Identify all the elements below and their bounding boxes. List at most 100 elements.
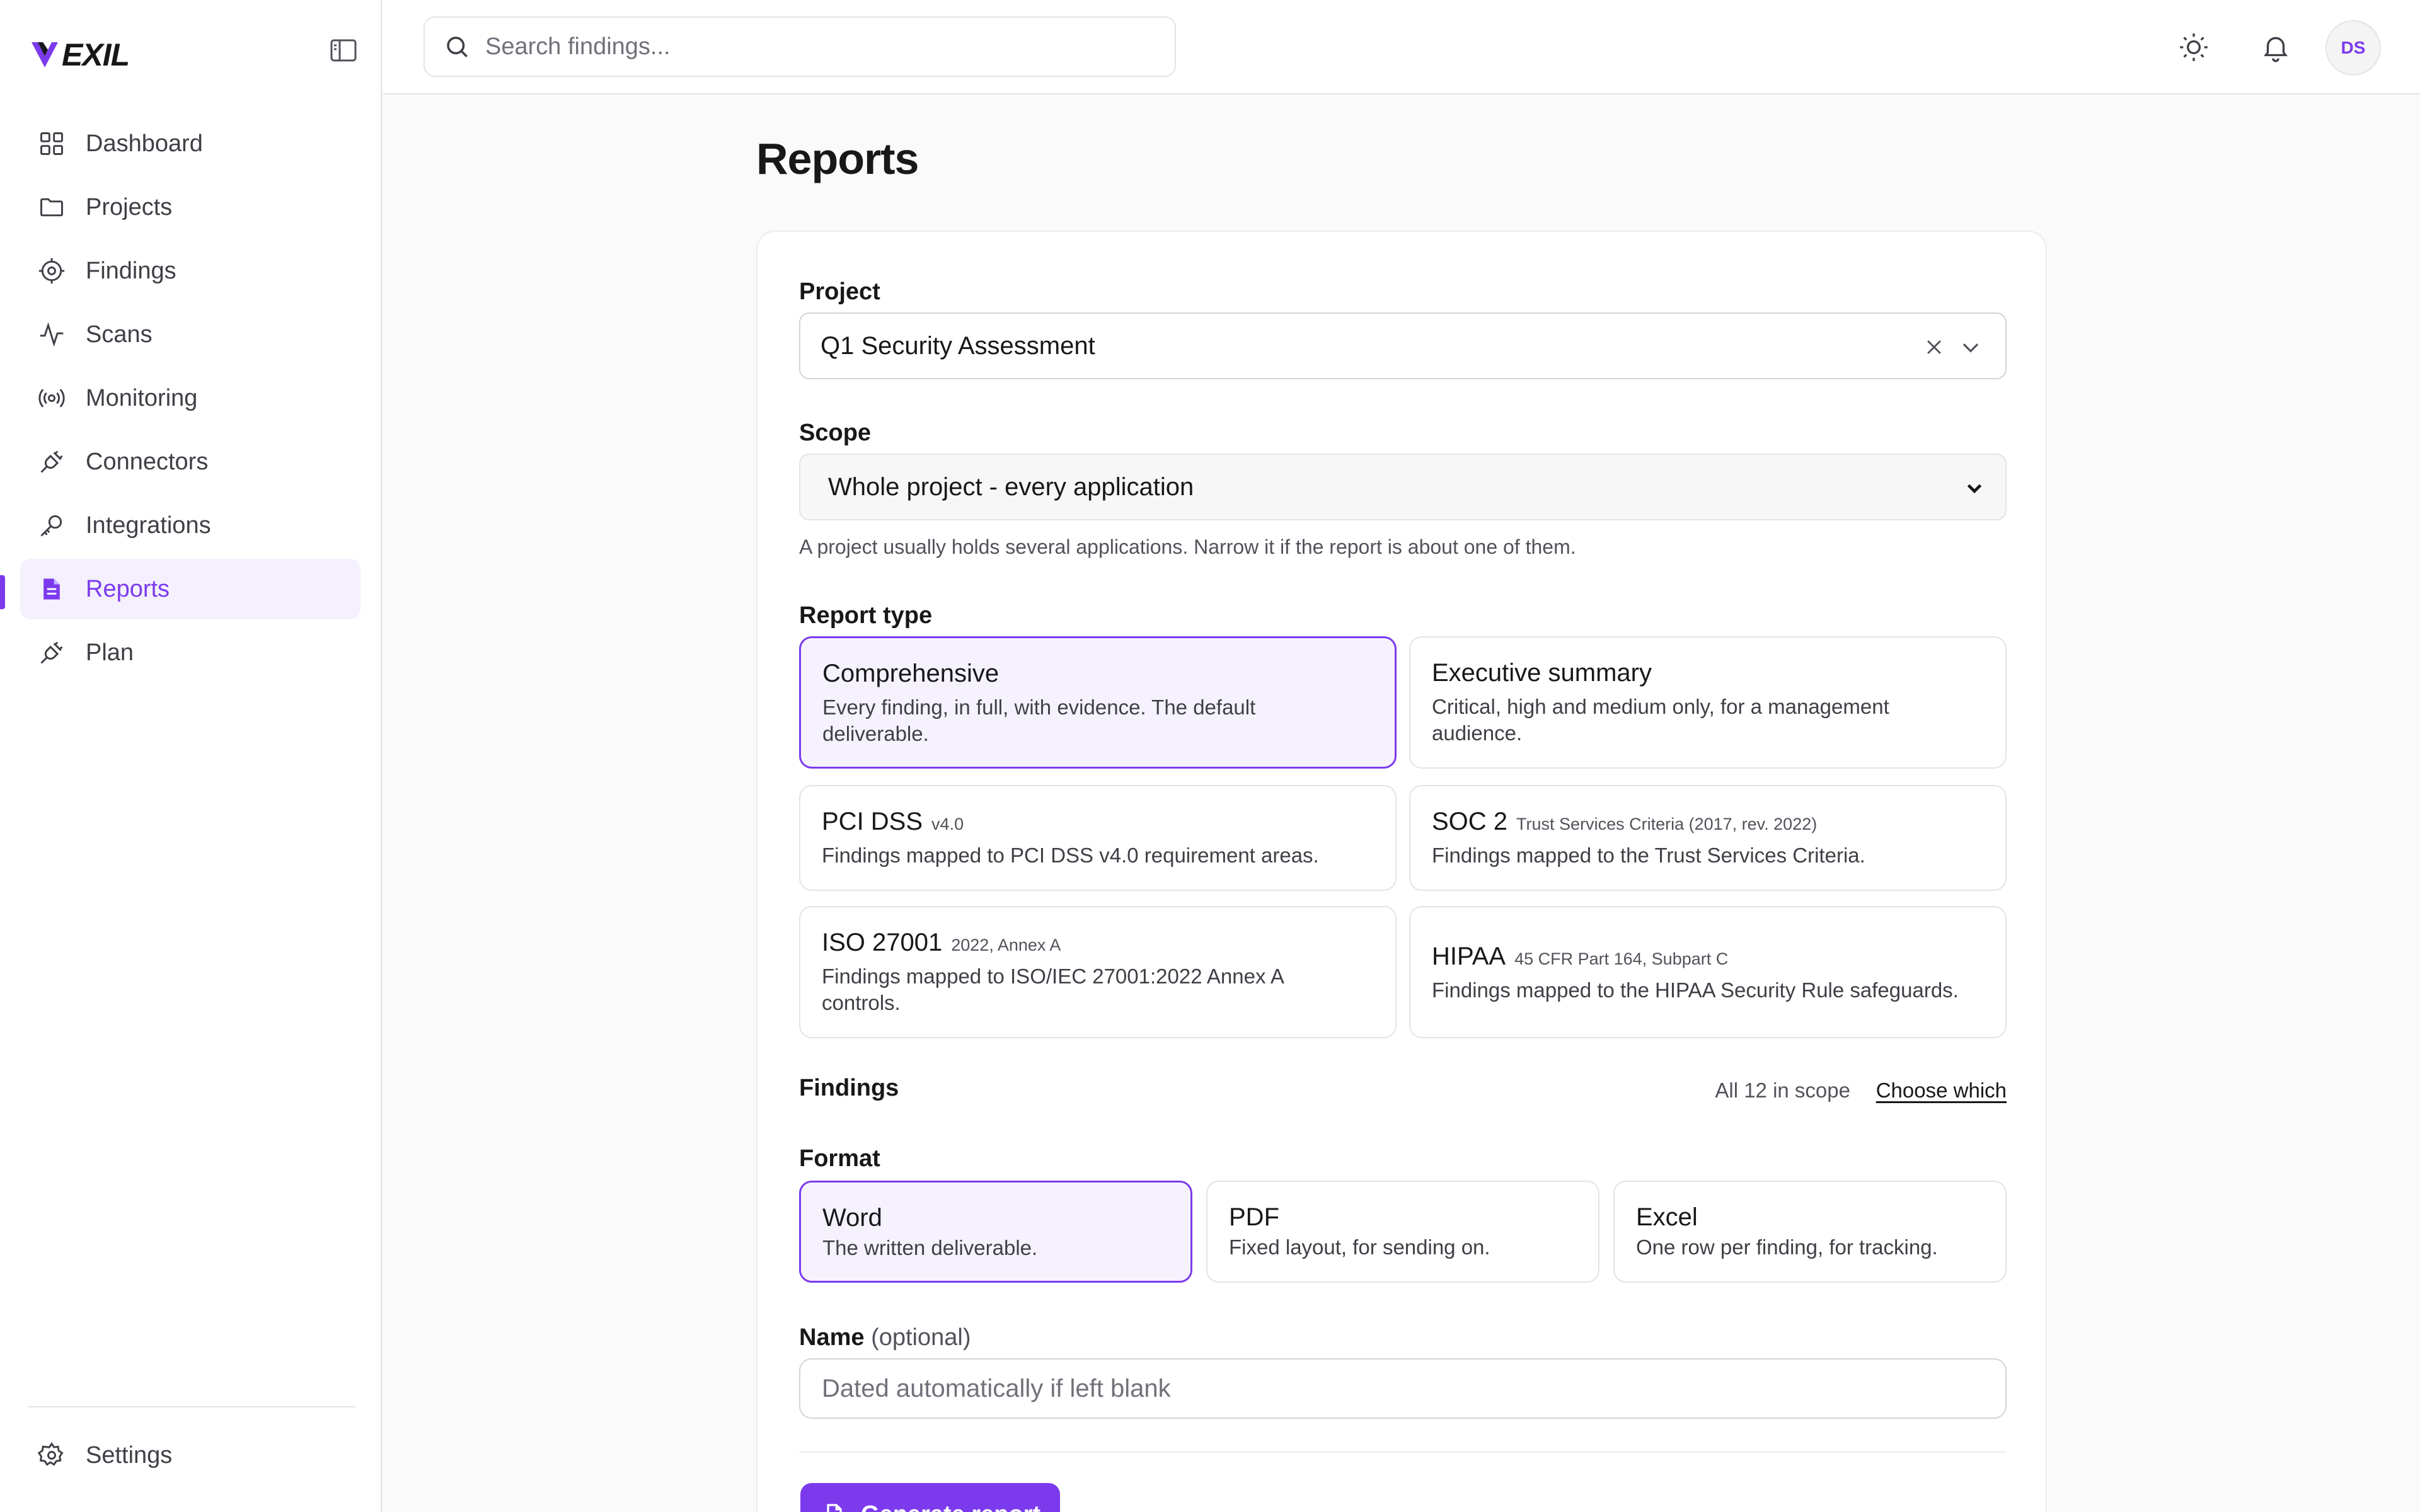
report-type-executive-summary[interactable]: Executive summary Critical, high and med… <box>1409 636 2007 769</box>
format-excel[interactable]: Excel One row per finding, for tracking. <box>1613 1181 2007 1283</box>
sidebar-item-label: Dashboard <box>86 130 203 157</box>
sidebar-item-findings[interactable]: Findings <box>20 241 360 301</box>
sidebar-item-label: Settings <box>86 1441 173 1469</box>
sidebar-item-settings[interactable]: Settings <box>20 1425 360 1486</box>
sidebar-item-label: Findings <box>86 257 176 284</box>
option-title: Word <box>822 1204 882 1232</box>
sidebar-item-label: Scans <box>86 321 153 348</box>
topbar: DS <box>383 0 2420 94</box>
sidebar-item-plan[interactable]: Plan <box>20 622 360 683</box>
key-icon <box>40 515 62 537</box>
option-title: PDF <box>1229 1203 1279 1231</box>
folder-icon <box>40 198 63 217</box>
option-title: Excel <box>1636 1203 1698 1231</box>
sidebar-item-label: Reports <box>86 575 170 602</box>
report-type-label: Report type <box>799 602 933 629</box>
logo-v-icon <box>32 42 58 67</box>
option-desc: Findings mapped to ISO/IEC 27001:2022 An… <box>822 965 1284 1014</box>
sidebar-nav: Dashboard Projects Findings Scans Monito… <box>20 113 360 686</box>
project-select-value: Q1 Security Assessment <box>821 331 1095 360</box>
sidebar-item-reports[interactable]: Reports <box>20 559 360 619</box>
sidebar-toggle-button[interactable] <box>330 39 357 62</box>
file-icon <box>827 1504 842 1512</box>
option-subtitle: Trust Services Criteria (2017, rev. 2022… <box>1516 815 1818 833</box>
sidebar-settings: Settings <box>20 1425 360 1489</box>
sidebar-item-label: Plan <box>86 639 134 666</box>
file-text-icon <box>43 578 60 600</box>
option-title: ISO 27001 <box>822 929 943 956</box>
option-title: PCI DSS <box>822 808 923 835</box>
option-desc: Every finding, in full, with evidence. T… <box>822 696 1256 745</box>
logo-text: EXIL <box>62 37 130 72</box>
activity-icon <box>40 322 64 347</box>
generate-report-label: Generate report <box>861 1501 1040 1512</box>
format-word[interactable]: Word The written deliverable. <box>799 1181 1192 1283</box>
option-subtitle: 45 CFR Part 164, Subpart C <box>1514 949 1729 968</box>
panel-left-icon <box>330 39 357 62</box>
search-icon <box>447 37 468 57</box>
avatar[interactable]: DS <box>2325 20 2381 76</box>
project-select[interactable]: Q1 Security Assessment <box>799 312 2007 379</box>
option-title: Executive summary <box>1432 659 1652 687</box>
scope-label: Scope <box>799 420 872 446</box>
name-label: Name (optional) <box>799 1324 971 1351</box>
report-type-comprehensive[interactable]: Comprehensive Every finding, in full, wi… <box>799 636 1397 769</box>
plug-icon <box>40 641 63 664</box>
scope-select-value: Whole project - every application <box>828 472 1194 501</box>
sidebar-item-connectors[interactable]: Connectors <box>20 432 360 492</box>
option-subtitle: v4.0 <box>931 815 964 833</box>
option-title: Comprehensive <box>822 660 1000 687</box>
findings-row: Findings All 12 in scope Choose which <box>799 1075 2007 1113</box>
option-desc: Findings mapped to the Trust Services Cr… <box>1432 844 1865 867</box>
option-title: SOC 2 <box>1432 808 1508 835</box>
option-desc: One row per finding, for tracking. <box>1636 1235 1938 1259</box>
report-form-card: Project Q1 Security Assessment Scope Who… <box>756 231 2047 1512</box>
findings-scope-count: All 12 in scope <box>1715 1079 1850 1102</box>
format-pdf[interactable]: PDF Fixed layout, for sending on. <box>1206 1181 1599 1283</box>
report-name-input[interactable] <box>799 1358 2007 1419</box>
choose-findings-link[interactable]: Choose which <box>1876 1079 2007 1102</box>
notifications-button[interactable] <box>2260 32 2291 63</box>
option-desc: Findings mapped to the HIPAA Security Ru… <box>1432 978 1959 1002</box>
report-type-iso-27001[interactable]: ISO 27001 2022, Annex A Findings mapped t… <box>799 906 1397 1038</box>
bell-icon <box>2264 37 2288 62</box>
report-type-pci-dss[interactable]: PCI DSS v4.0 Findings mapped to PCI DSS v… <box>799 785 1397 891</box>
clear-icon[interactable] <box>1923 336 1945 358</box>
option-desc: Fixed layout, for sending on. <box>1229 1235 1490 1259</box>
search-input[interactable] <box>485 33 1115 60</box>
scope-select[interactable]: Whole project - every application <box>799 454 2007 520</box>
plug-icon <box>40 450 63 473</box>
sun-icon <box>2180 33 2208 61</box>
sidebar-item-integrations[interactable]: Integrations <box>20 495 360 556</box>
report-type-soc2[interactable]: SOC 2 Trust Services Criteria (2017, rev.… <box>1409 785 2007 891</box>
active-indicator <box>0 575 5 609</box>
sidebar-item-monitoring[interactable]: Monitoring <box>20 368 360 428</box>
logo[interactable]: EXIL <box>30 37 130 73</box>
option-title: HIPAA <box>1432 942 1506 970</box>
option-desc: Critical, high and medium only, for a ma… <box>1432 695 1889 745</box>
generate-report-button[interactable]: Generate report <box>800 1483 1060 1512</box>
page-title: Reports <box>756 134 919 183</box>
gear-icon <box>38 1442 64 1466</box>
chevron-down-icon <box>1967 484 1982 494</box>
sidebar-item-label: Connectors <box>86 448 209 475</box>
sidebar-item-dashboard[interactable]: Dashboard <box>20 113 360 174</box>
search-box[interactable] <box>424 16 1176 77</box>
sidebar-item-projects[interactable]: Projects <box>20 177 360 238</box>
sidebar-item-label: Monitoring <box>86 384 198 411</box>
radio-icon <box>38 389 65 408</box>
format-label: Format <box>799 1145 880 1172</box>
sidebar-divider <box>28 1406 355 1407</box>
option-subtitle: 2022, Annex A <box>951 936 1061 954</box>
sidebar-item-label: Integrations <box>86 512 211 539</box>
chevron-down-icon <box>1962 343 1979 353</box>
target-icon <box>38 258 65 284</box>
sidebar-item-label: Projects <box>86 193 173 220</box>
scope-hint: A project usually holds several applicat… <box>799 536 1576 558</box>
theme-toggle-button[interactable] <box>2178 32 2210 63</box>
name-optional-text: (optional) <box>871 1324 971 1351</box>
sidebar-item-scans[interactable]: Scans <box>20 304 360 365</box>
report-type-hipaa[interactable]: HIPAA 45 CFR Part 164, Subpart C Findings… <box>1409 906 2007 1038</box>
grid-icon <box>40 132 63 155</box>
project-label: Project <box>799 278 880 305</box>
